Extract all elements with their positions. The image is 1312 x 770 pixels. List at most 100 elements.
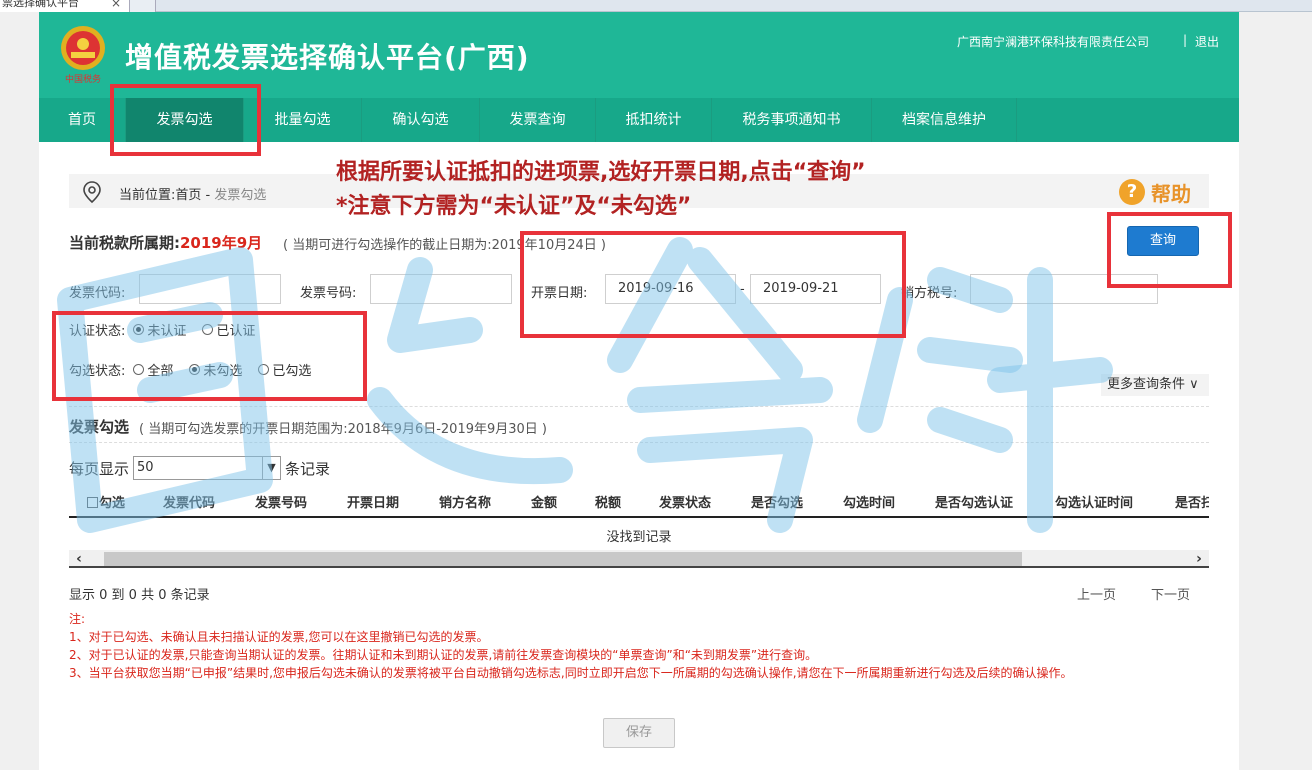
radio-icon <box>189 364 201 375</box>
scroll-right-icon[interactable]: › <box>1189 550 1209 568</box>
radio-label: 未勾选 <box>203 364 243 379</box>
column-header-tax: 税额 <box>595 496 622 511</box>
save-button[interactable]: 保存 <box>603 718 675 748</box>
date-to-input[interactable]: 2019-09-21 <box>750 274 881 304</box>
column-header-select: 勾选 <box>99 496 126 511</box>
date-range-separator: - <box>740 282 745 297</box>
invoice-number-input[interactable] <box>370 274 512 304</box>
site-title: 增值税发票选择确认平台(广西) <box>125 41 530 74</box>
radio-icon <box>202 324 214 335</box>
cert-status-group: 认证状态: 未认证 已认证 <box>69 320 263 339</box>
company-name: 广西南宁澜港环保科技有限责任公司 <box>956 35 1149 49</box>
notes: 注: 1、对于已勾选、未确认且未扫描认证的发票,您可以在这里撤销已勾选的发票。 … <box>69 610 1209 682</box>
browser-tab-title: 票选择确认平台 <box>2 0 79 9</box>
help-icon: ? <box>1119 179 1145 205</box>
seller-tax-id-label: 销方税号: <box>901 286 958 301</box>
invoice-date-label: 开票日期: <box>531 286 588 301</box>
radio-icon <box>258 364 270 375</box>
tax-period-deadline-note: ( 当期可进行勾选操作的截止日期为:2019年10月24日 ) <box>283 238 606 253</box>
next-page-link[interactable]: 下一页 <box>1151 584 1190 603</box>
cert-status-certified[interactable]: 已认证 <box>194 320 255 339</box>
location-pin-icon <box>83 181 101 204</box>
nav-home[interactable]: 首页 <box>39 98 126 142</box>
browser-new-tab[interactable] <box>130 0 156 12</box>
scroll-thumb[interactable] <box>104 552 1022 566</box>
seller-tax-id-input[interactable] <box>970 274 1158 304</box>
divider <box>69 406 1209 407</box>
note-item: 1、对于已勾选、未确认且未扫描认证的发票,您可以在这里撤销已勾选的发票。 <box>69 630 489 644</box>
select-status-label: 勾选状态: <box>69 364 126 379</box>
per-page-value: 50 <box>137 460 154 475</box>
per-page-suffix: 条记录 <box>285 459 331 478</box>
page: 中国税务 增值税发票选择确认平台(广西) 广西南宁澜港环保科技有限责任公司 | … <box>39 12 1239 770</box>
breadcrumb-text: 当前位置:首页 - 发票勾选 <box>119 184 266 203</box>
tax-period-title: 当前税款所属期: <box>69 234 180 252</box>
nav-archive-maintenance[interactable]: 档案信息维护 <box>872 98 1017 142</box>
invoice-code-input[interactable] <box>139 274 281 304</box>
select-status-all[interactable]: 全部 <box>125 360 173 379</box>
note-item: 3、当平台获取您当期“已申报”结果时,您申报后勾选未确认的发票将被平台自动撤销勾… <box>69 666 1073 680</box>
section-date-range-note: ( 当期可勾选发票的开票日期范围为:2018年9月6日-2019年9月30日 ) <box>139 422 548 437</box>
browser-tab[interactable]: 票选择确认平台 × <box>0 0 130 12</box>
annotation-line-2: *注意下方需为“未认证”及“未勾选” <box>336 194 692 219</box>
cert-status-label: 认证状态: <box>69 324 126 339</box>
nav-confirm-select[interactable]: 确认勾选 <box>362 98 480 142</box>
column-header-amount: 金额 <box>531 496 558 511</box>
radio-label: 已认证 <box>216 324 256 339</box>
column-header-invoice-number: 发票号码 <box>255 496 308 511</box>
nav-invoice-select[interactable]: 发票勾选 <box>126 98 244 142</box>
horizontal-scrollbar[interactable]: ‹ › <box>69 550 1209 568</box>
more-conditions-toggle[interactable]: 更多查询条件 ∨ <box>1101 374 1209 396</box>
breadcrumb-prefix: 当前位置:首页 - <box>119 188 215 203</box>
nav-deduction-stats[interactable]: 抵扣统计 <box>596 98 712 142</box>
annotation-line-1: 根据所要认证抵扣的进项票,选好开票日期,点击“查询” <box>336 160 866 185</box>
header-separator: | <box>1182 33 1187 47</box>
nav-invoice-query[interactable]: 发票查询 <box>480 98 596 142</box>
column-header-certify-time: 勾选认证时间 <box>1055 496 1134 511</box>
radio-label: 未认证 <box>147 324 187 339</box>
main-nav: 首页 发票勾选 批量勾选 确认勾选 发票查询 抵扣统计 税务事项通知书 档案信息… <box>39 98 1239 142</box>
radio-icon <box>133 324 145 335</box>
query-button[interactable]: 查询 <box>1127 226 1199 256</box>
column-header-invoice-status: 发票状态 <box>659 496 712 511</box>
note-item: 2、对于已认证的发票,只能查询当期认证的发票。往期认证和未到期认证的发票,请前往… <box>69 648 818 662</box>
scroll-left-icon[interactable]: ‹ <box>69 550 89 568</box>
notes-title: 注: <box>69 612 86 626</box>
select-status-unselected[interactable]: 未勾选 <box>181 360 242 379</box>
tax-period-label: 当前税款所属期:2019年9月 <box>69 232 262 253</box>
select-all-checkbox[interactable]: 勾选 <box>87 492 125 511</box>
divider <box>69 442 1209 443</box>
per-page-control: 每页显示 50 ▼ 条记录 <box>69 456 330 480</box>
date-from-input[interactable]: 2019-09-16 <box>605 274 736 304</box>
column-header-seller-name: 销方名称 <box>439 496 492 511</box>
column-header-invoice-code: 发票代码 <box>163 496 216 511</box>
checkbox-icon <box>87 497 98 508</box>
select-status-selected[interactable]: 已勾选 <box>250 360 311 379</box>
cert-status-uncertified[interactable]: 未认证 <box>125 320 186 339</box>
tax-emblem-icon: 中国税务 <box>61 26 105 85</box>
prev-page-link[interactable]: 上一页 <box>1077 584 1116 603</box>
emblem-text: 中国税务 <box>65 73 101 85</box>
invoice-number-label: 发票号码: <box>300 286 357 301</box>
nav-batch-select[interactable]: 批量勾选 <box>244 98 362 142</box>
nav-tax-notices[interactable]: 税务事项通知书 <box>712 98 872 142</box>
help-button[interactable]: ? 帮助 <box>1119 178 1191 206</box>
invoice-code-label: 发票代码: <box>69 286 126 301</box>
column-header-scanned: 是否扫 <box>1175 496 1209 511</box>
header: 中国税务 增值税发票选择确认平台(广西) 广西南宁澜港环保科技有限责任公司 | … <box>39 12 1239 98</box>
column-header-select-time: 勾选时间 <box>843 496 896 511</box>
logout-link[interactable]: 退出 <box>1195 33 1219 50</box>
breadcrumb-current: 发票勾选 <box>214 188 267 203</box>
radio-label: 已勾选 <box>272 364 312 379</box>
column-header-select-certified: 是否勾选认证 <box>935 496 1014 511</box>
per-page-prefix: 每页显示 <box>69 459 130 478</box>
select-status-group: 勾选状态: 全部 未勾选 已勾选 <box>69 360 319 379</box>
chevron-down-icon: ▼ <box>262 457 280 479</box>
close-icon[interactable]: × <box>111 0 121 10</box>
per-page-select[interactable]: 50 ▼ <box>133 456 282 480</box>
tax-period-value: 2019年9月 <box>180 234 263 252</box>
radio-label: 全部 <box>147 364 174 379</box>
section-title: 发票勾选 <box>69 418 130 436</box>
column-header-invoice-date: 开票日期 <box>347 496 400 511</box>
column-header-is-selected: 是否勾选 <box>751 496 804 511</box>
